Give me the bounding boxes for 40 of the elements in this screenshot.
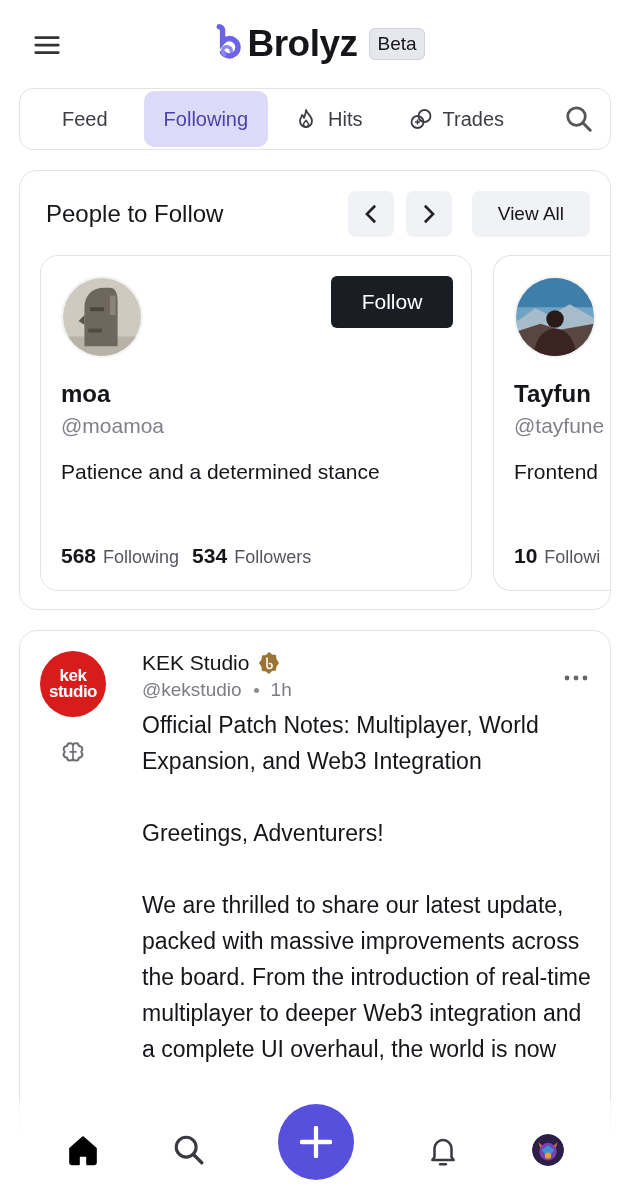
beta-badge: Beta: [369, 28, 425, 60]
followers-label[interactable]: Followers: [234, 547, 312, 568]
post-paragraph: Greetings, Adventurers!: [142, 819, 385, 848]
separator-dot: [253, 687, 259, 693]
view-all-button[interactable]: View All: [471, 191, 590, 237]
following-count: 10: [514, 544, 538, 568]
home-icon[interactable]: [66, 1133, 100, 1167]
post-paragraph: Official Patch Notes: Multiplayer, World Expansion, and Web3 Integration: [142, 711, 540, 776]
following-label[interactable]: Following: [103, 547, 180, 568]
tab[interactable]: Feed: [22, 91, 138, 147]
search-icon[interactable]: [172, 1133, 206, 1167]
following-label[interactable]: Followi: [544, 547, 601, 568]
author-name[interactable]: KEK Studio: [142, 651, 250, 675]
rings-icon: [408, 107, 433, 131]
badge-icon: [257, 651, 282, 675]
avatar-logo: kek studio: [40, 651, 106, 717]
more-icon[interactable]: [564, 675, 588, 681]
post-paragraph: We are thrilled to share our latest update, packed with massive improvements across the board. From the introduction of real-time multiplayer to deeper Web3 integration and a complete UI overhaul, the world is now: [142, 891, 592, 1064]
post-time: 1h: [270, 679, 292, 701]
plus-icon: [300, 1126, 332, 1158]
search-icon[interactable]: [564, 104, 594, 134]
profile-handle: @tayfune: [514, 414, 606, 438]
profile-name: moa: [61, 380, 112, 408]
next-button[interactable]: [405, 191, 452, 237]
follow-button[interactable]: Follow: [331, 276, 453, 328]
profile-bio: Patience and a determined stance: [61, 460, 381, 484]
following-count: 568: [61, 544, 97, 568]
chevron-left-icon: [364, 204, 377, 224]
section-title: People to Follow: [46, 200, 225, 228]
profile-name: Tayfun: [514, 380, 592, 408]
profile-bio: Frontend: [514, 460, 600, 484]
chevron-right-icon: [422, 204, 435, 224]
previous-button[interactable]: [347, 191, 394, 237]
tab[interactable]: Following: [143, 91, 269, 147]
brand-name: Brolyz: [247, 23, 358, 65]
profile-handle: @moamoa: [61, 414, 166, 438]
tab[interactable]: Trades: [388, 91, 525, 147]
tab[interactable]: Hits: [274, 91, 383, 147]
followers-count: 534: [192, 544, 228, 568]
author-handle[interactable]: @kekstudio: [142, 679, 242, 701]
